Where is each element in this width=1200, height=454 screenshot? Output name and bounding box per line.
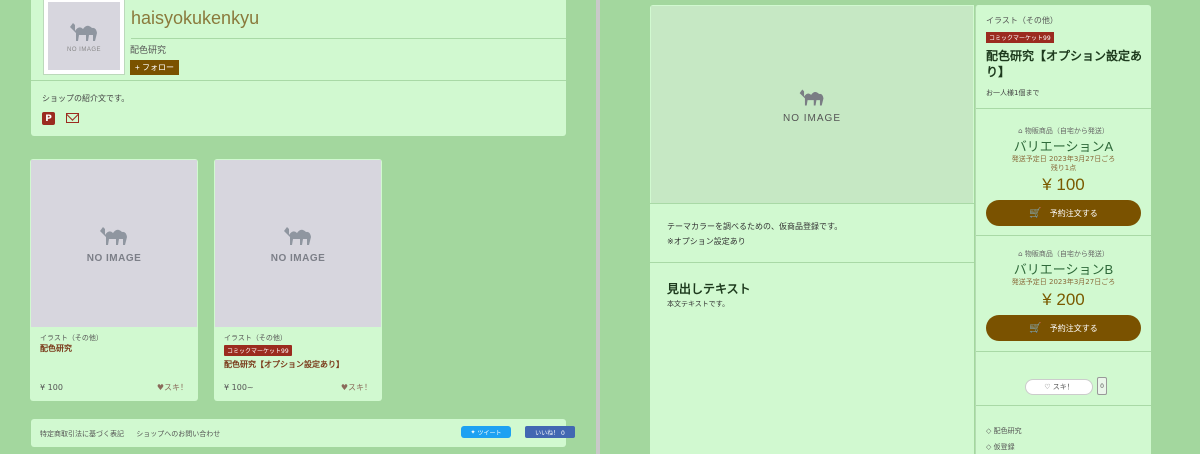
camel-icon	[799, 89, 824, 105]
description-line: テーマカラーを調べるための、仮商品登録です。	[667, 222, 843, 231]
home-icon: ⌂	[1018, 127, 1025, 135]
event-tag: コミックマーケット99	[224, 345, 292, 356]
footer-links: 特定商取引法に基づく表記 ショップへのお問い合わせ	[40, 429, 230, 439]
variation-b: ⌂ 物販商品（自宅から発送） バリエーションB 発送予定日 2023年3月27日…	[976, 249, 1151, 310]
tag-icon: ◇	[986, 443, 994, 451]
image-placeholder-text: NO IMAGE	[270, 253, 326, 264]
divider	[976, 235, 1151, 236]
product-image[interactable]: NO IMAGE	[31, 160, 197, 327]
pixiv-icon[interactable]: P	[42, 112, 55, 125]
home-icon: ⌂	[1018, 250, 1025, 258]
tweet-label: ツイート	[477, 429, 502, 437]
divider	[976, 405, 1151, 406]
shop-avatar[interactable]: NO IMAGE	[44, 0, 124, 74]
image-placeholder-text: NO IMAGE	[782, 112, 841, 124]
description-line: ※オプション設定あり	[667, 237, 746, 246]
suki-button[interactable]: ♥スキ！	[341, 382, 372, 393]
product-category: イラスト（その他）	[986, 16, 1058, 25]
camel-icon	[100, 227, 127, 245]
tag-link: 仮登録	[993, 443, 1015, 451]
suki-count: 0	[1097, 377, 1107, 395]
shop-pane: NO IMAGE haisyokukenkyu 配色研究 + フォロー ショップ…	[0, 0, 596, 454]
product-card[interactable]: NO IMAGE イラスト（その他） 配色研究 ¥ 100 ♥スキ！	[30, 159, 198, 401]
product-category: イラスト（その他）	[224, 334, 287, 342]
product-main-image[interactable]: NO IMAGE	[651, 6, 973, 203]
shop-name[interactable]: haisyokukenkyu	[131, 8, 259, 29]
shop-header: NO IMAGE haisyokukenkyu 配色研究 + フォロー ショップ…	[31, 0, 566, 136]
mail-icon[interactable]	[66, 113, 79, 123]
purchase-sidebar: イラスト（その他） コミックマーケット99 配色研究【オプション設定あり】 お一…	[975, 5, 1151, 454]
section-body: 本文テキストです。	[667, 300, 730, 308]
section-heading: 見出しテキスト	[667, 282, 751, 296]
shop-subtitle: 配色研究	[130, 46, 167, 56]
ship-date: 発送予定日 2023年3月27日ごろ	[1011, 155, 1116, 163]
legal-notice-link[interactable]: 特定商取引法に基づく表記	[40, 430, 124, 438]
event-tag: コミックマーケット99	[986, 32, 1054, 43]
product-card[interactable]: NO IMAGE イラスト（その他） コミックマーケット99 配色研究【オプショ…	[214, 159, 382, 401]
purchase-limit-note: お一人様1個まで	[986, 89, 1040, 97]
follow-button[interactable]: + フォロー	[130, 60, 179, 75]
like-label: いいね！ 0	[535, 429, 565, 437]
product-category: イラスト（その他）	[40, 334, 103, 342]
product-detail: NO IMAGE テーマカラーを調べるための、仮商品登録です。 ※オプション設定…	[650, 5, 974, 454]
variation-name: バリエーションA	[1013, 139, 1114, 154]
stock-remaining: 残り1点	[1050, 164, 1077, 172]
like-button[interactable]: いいね！ 0	[525, 426, 575, 438]
variation-price: ¥ 200	[1042, 290, 1085, 309]
variation-name: バリエーションB	[1013, 262, 1114, 277]
twitter-bird-icon: ✦	[470, 428, 478, 436]
divider	[31, 80, 566, 81]
order-label: 予約注文する	[1049, 208, 1098, 218]
suki-button[interactable]: ♡ スキ！	[1025, 379, 1093, 395]
order-button-b[interactable]: 🛒 予約注文する	[986, 315, 1141, 341]
camel-icon	[284, 227, 311, 245]
product-title[interactable]: 配色研究【オプション設定あり】	[224, 359, 344, 370]
shop-intro: ショップの紹介文です。	[42, 94, 130, 103]
contact-link[interactable]: ショップへのお問い合わせ	[136, 430, 220, 438]
suki-button[interactable]: ♥スキ！	[157, 382, 188, 393]
order-label: 予約注文する	[1049, 323, 1098, 333]
divider	[976, 108, 1151, 109]
divider	[650, 203, 974, 204]
product-title[interactable]: 配色研究	[40, 343, 72, 354]
variation-a: ⌂ 物販商品（自宅から発送） バリエーションA 発送予定日 2023年3月27日…	[976, 126, 1151, 195]
shop-footer: 特定商取引法に基づく表記 ショップへのお問い合わせ ✦ ツイート いいね！ 0	[31, 419, 575, 447]
camel-icon	[70, 23, 97, 41]
order-button-a[interactable]: 🛒 予約注文する	[986, 200, 1141, 226]
product-price: ¥ 100	[40, 383, 63, 392]
image-placeholder-text: NO IMAGE	[86, 253, 142, 264]
divider	[976, 351, 1151, 352]
ship-date: 発送予定日 2023年3月27日ごろ	[1011, 278, 1116, 286]
divider	[131, 38, 566, 39]
tag-icon: ◇	[986, 427, 994, 435]
product-title: 配色研究【オプション設定あり】	[986, 49, 1143, 79]
tag-link: 配色研究	[993, 427, 1022, 435]
cart-icon: 🛒	[1029, 322, 1042, 334]
variation-type: 物販商品（自宅から発送）	[1024, 127, 1109, 135]
product-image[interactable]: NO IMAGE	[215, 160, 381, 327]
variation-price: ¥ 100	[1042, 175, 1085, 194]
product-price: ¥ 100~	[224, 383, 254, 392]
cart-icon: 🛒	[1029, 207, 1042, 219]
avatar-placeholder-text: NO IMAGE	[66, 47, 101, 53]
divider	[650, 262, 974, 263]
variation-type: 物販商品（自宅から発送）	[1024, 250, 1109, 258]
tweet-button[interactable]: ✦ ツイート	[461, 426, 511, 438]
